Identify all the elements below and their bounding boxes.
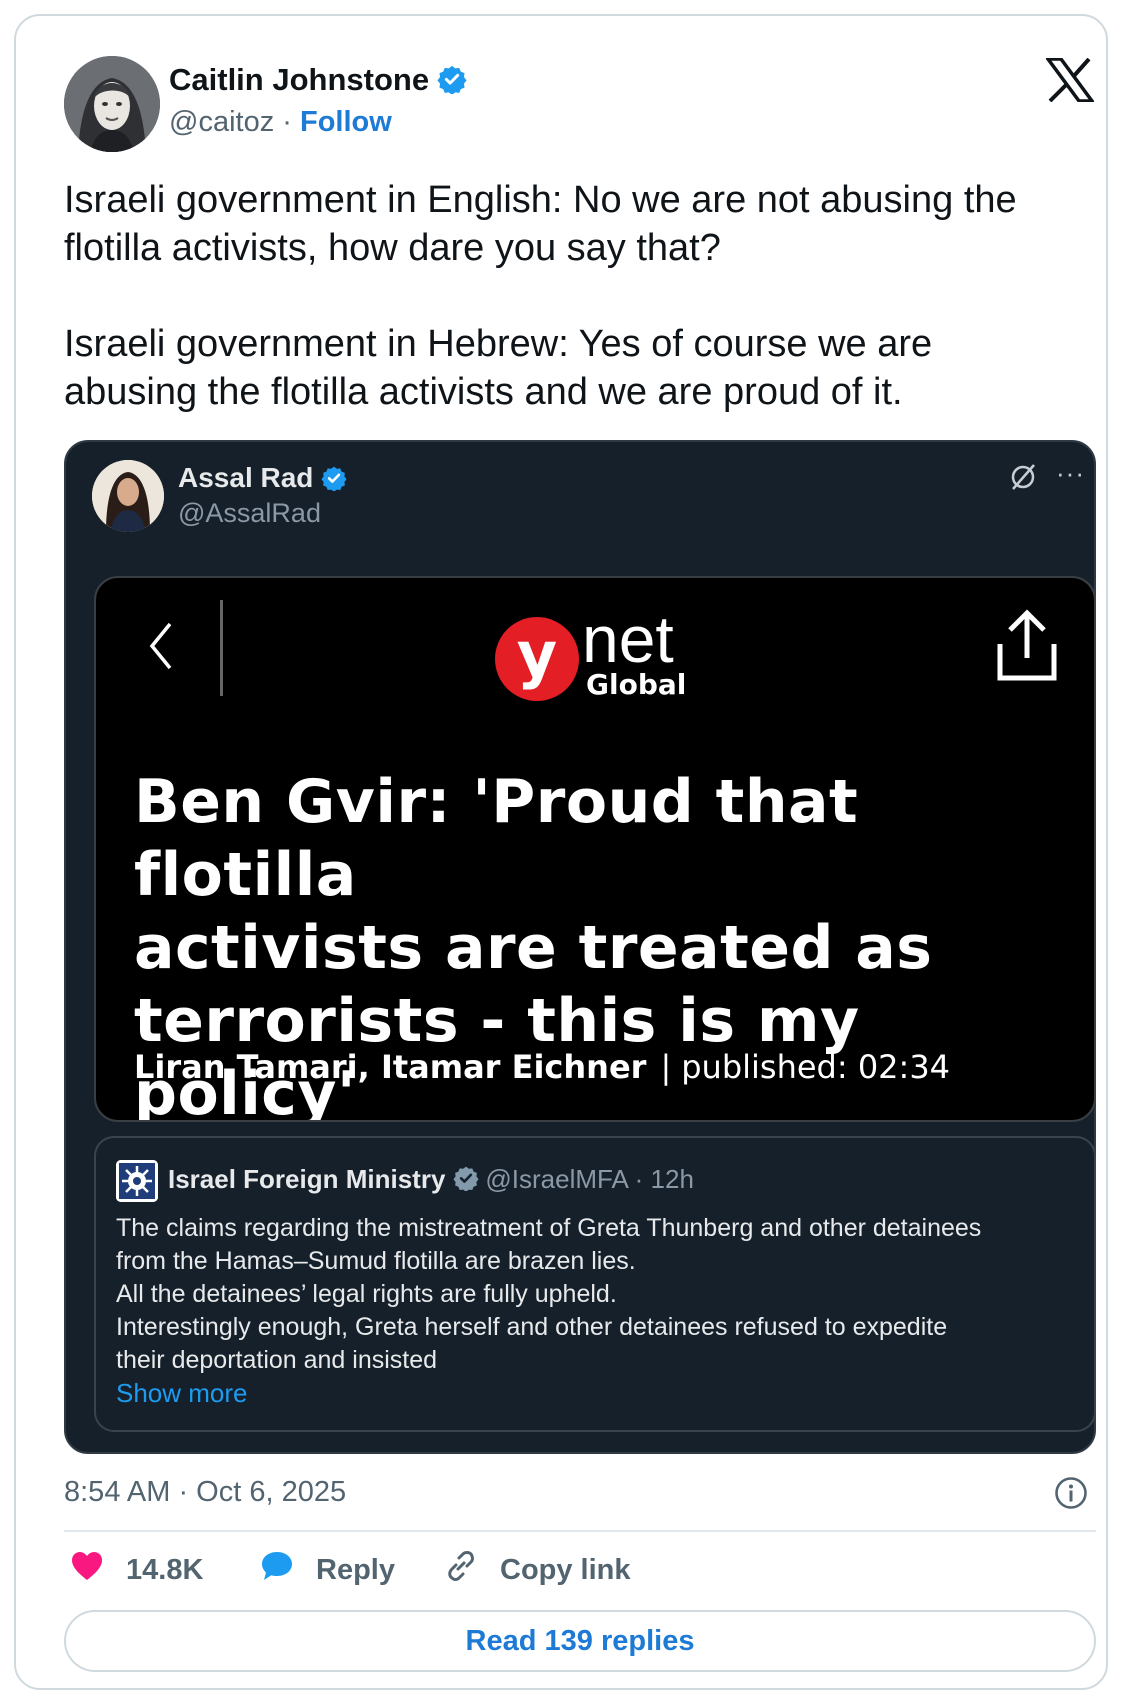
tweet-text: Israeli government in English: No we are… [64, 176, 1074, 416]
reply-label: Reply [316, 1553, 395, 1586]
quoted-text-line: Interestingly enough, Greta herself and … [116, 1313, 948, 1341]
tweet-timestamp[interactable]: 8:54 AM · Oct 6, 2025 [64, 1476, 346, 1509]
divider [64, 1530, 1096, 1532]
verified-badge-icon [321, 465, 347, 498]
info-icon[interactable] [1054, 1476, 1088, 1510]
embedded-author-avatar[interactable] [92, 460, 164, 532]
quoted-tweet-text: The claims regarding the mistreatment of… [116, 1212, 1076, 1377]
tweet-card: Caitlin Johnstone @caitoz · Follow Israe… [14, 14, 1108, 1690]
separator-dot: · [282, 106, 292, 138]
embedded-author-handle[interactable]: @AssalRad [178, 498, 321, 529]
logo-letter: y [517, 618, 557, 691]
like-button[interactable]: 14.8K [70, 1548, 203, 1592]
quoted-author-handle[interactable]: @IsraelMFA [485, 1164, 627, 1194]
quoted-author-name[interactable]: Israel Foreign Ministry [168, 1164, 445, 1194]
heart-icon [70, 1550, 104, 1590]
quoted-text-line: their deportation and insisted [116, 1346, 438, 1374]
follow-button[interactable]: Follow [300, 106, 392, 138]
headline-line: Ben Gvir: 'Proud that flotilla [134, 767, 859, 910]
link-icon [444, 1549, 478, 1591]
embedded-tweet[interactable]: Assal Rad @AssalRad ··· y net Global Ben… [64, 440, 1096, 1454]
logo-word: net [582, 602, 674, 676]
quoted-author-row: Israel Foreign Ministry @IsraelMFA · 12h [168, 1164, 694, 1198]
ynet-global-logo: y net Global [482, 596, 702, 706]
quoted-text-line: The claims regarding the mistreatment of… [116, 1214, 982, 1242]
show-more-link[interactable]: Show more [116, 1378, 248, 1409]
logo-sub: Global [586, 668, 686, 701]
quoted-tweet-age: 12h [650, 1164, 694, 1194]
israel-mfa-logo-icon[interactable] [116, 1160, 158, 1202]
author-avatar[interactable] [64, 56, 160, 152]
verified-badge-icon [437, 64, 467, 102]
back-chevron-icon[interactable] [146, 618, 176, 674]
separator-dot: · [634, 1164, 644, 1194]
copy-link-button[interactable]: Copy link [444, 1548, 631, 1592]
published-time: published: 02:34 [681, 1048, 951, 1086]
byline-authors: Liran Tamari, Itamar Eichner [134, 1048, 647, 1086]
quoted-text-line: from the Hamas–Sumud flotilla are brazen… [116, 1247, 636, 1275]
toolbar-divider [220, 600, 223, 696]
gray-verified-badge-icon [453, 1165, 479, 1198]
author-handle[interactable]: @caitoz [169, 106, 274, 138]
tweet-paragraph: Israeli government in English: No we are… [64, 179, 1017, 269]
reply-button[interactable]: Reply [260, 1548, 395, 1592]
headline-line: activists are treated as [134, 913, 933, 983]
reply-bubble-icon [260, 1550, 294, 1590]
share-icon[interactable] [992, 608, 1062, 682]
x-logo-icon[interactable] [1044, 57, 1096, 103]
quoted-text-line: All the detainees’ legal rights are full… [116, 1280, 617, 1308]
author-name[interactable]: Caitlin Johnstone [169, 62, 467, 102]
quoted-tweet[interactable]: Israel Foreign Ministry @IsraelMFA · 12h … [94, 1136, 1096, 1432]
mute-icon[interactable] [1008, 462, 1038, 492]
author-handle-row: @caitoz · Follow [169, 106, 392, 139]
copy-link-label: Copy link [500, 1553, 631, 1586]
byline-divider: | [660, 1048, 672, 1086]
tweet-paragraph: Israeli government in Hebrew: Yes of cou… [64, 323, 933, 413]
more-options-icon[interactable]: ··· [1056, 458, 1085, 489]
embedded-author-name[interactable]: Assal Rad [178, 462, 347, 498]
article-image-card[interactable]: y net Global Ben Gvir: 'Proud that floti… [94, 576, 1096, 1122]
read-replies-button[interactable]: Read 139 replies [64, 1610, 1096, 1672]
like-count: 14.8K [126, 1553, 204, 1586]
article-byline: Liran Tamari, Itamar Eichner | published: … [134, 1048, 950, 1086]
